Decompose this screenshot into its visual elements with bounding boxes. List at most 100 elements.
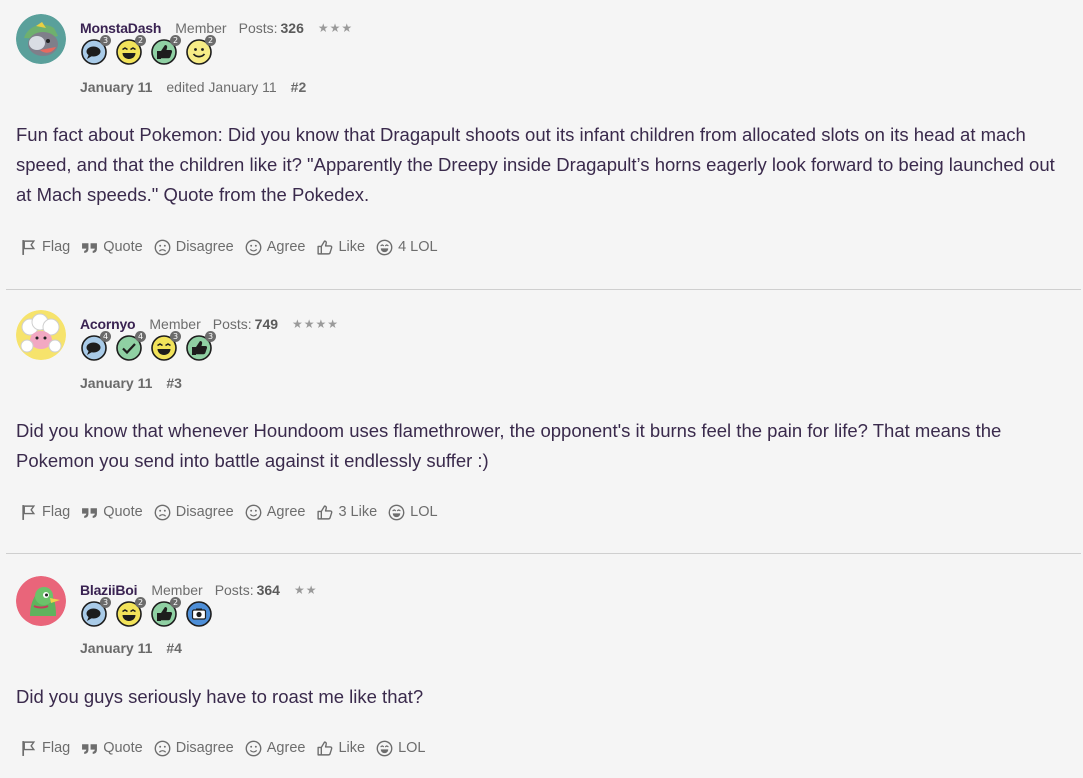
posts-count: 749 [254,316,279,332]
disagree-button[interactable]: Disagree [154,504,234,521]
disagree-icon [154,740,171,757]
flag-button[interactable]: Flag [20,239,70,256]
like-badge-icon[interactable]: 2 [150,35,181,66]
quote-icon [81,504,98,521]
post-body: Did you guys seriously have to roast me … [16,686,424,707]
like-badge-icon[interactable]: 3 [185,331,216,362]
avatar[interactable] [16,310,66,360]
agree-button[interactable]: Agree [245,239,305,256]
posts-label: Posts: [212,316,252,332]
post-dateline: January 11 #4 [80,638,182,658]
post-dateline: January 11 edited January 11 #2 [80,77,306,97]
disagree-button[interactable]: Disagree [154,239,234,256]
badge-level: 3 [100,35,111,46]
avatar[interactable] [16,14,66,64]
disagree-button[interactable]: Disagree [154,740,234,757]
comment-badge-icon[interactable]: 3 [80,35,111,66]
agree-button[interactable]: Agree [245,504,306,521]
post-divider [6,289,1081,290]
lol-badge-icon[interactable]: 2 [115,35,146,66]
flag-label: Flag [42,239,71,255]
user-meta: BlaziiBoi Member Posts: 364 ★★ [80,580,317,600]
badge-level: 4 [135,331,146,342]
rank-stars: ★★★★ [292,317,340,331]
lol-count: 4 [398,239,407,255]
like-button[interactable]: Like [316,740,365,757]
posts-label: Posts: [238,20,278,36]
disagree-label: Disagree [175,504,234,520]
like-icon [316,740,333,757]
lol-button[interactable]: 4 LOL [376,239,438,256]
lol-badge-icon[interactable]: 3 [150,331,181,362]
badge-level: 2 [170,597,181,608]
rank-stars: ★★ [293,583,318,597]
lol-icon [376,740,393,757]
agree-badge-icon[interactable]: 2 [185,35,216,66]
post-date[interactable]: January 11 [80,640,152,656]
checkmark-badge-icon[interactable]: 4 [115,331,146,362]
like-icon [316,239,333,256]
posts-count: 364 [256,582,280,598]
agree-icon [245,239,262,256]
user-role: Member [151,582,203,598]
avatar[interactable] [16,576,66,626]
badge-level: 3 [100,597,111,608]
badge-level: 2 [135,35,146,46]
like-icon [316,504,333,521]
post-date[interactable]: January 11 [80,79,152,95]
badge-level: 3 [205,331,216,342]
lol-button[interactable]: LOL [376,740,425,757]
lol-label: LOL [398,740,426,756]
like-count: 3 [338,504,347,520]
edited-label[interactable]: edited January 11 [166,79,276,95]
quote-label: Quote [103,740,143,756]
like-badge-icon[interactable]: 2 [150,597,181,628]
like-label: Like [338,239,366,255]
quote-icon [81,740,98,757]
post-permalink[interactable]: #2 [291,79,307,95]
comment-badge-icon[interactable]: 4 [80,331,111,362]
post-permalink[interactable]: #3 [166,375,182,391]
disagree-icon [154,504,171,521]
badge-level: 2 [205,35,216,46]
disagree-label: Disagree [175,740,234,756]
username[interactable]: MonstaDash [80,20,161,36]
comment-badge-icon[interactable]: 3 [80,597,111,628]
agree-button[interactable]: Agree [245,740,305,757]
badge-level: 2 [135,597,146,608]
post-dateline: January 11 #3 [80,373,182,393]
username[interactable]: BlaziiBoi [80,582,138,598]
disagree-label: Disagree [175,239,234,255]
quote-icon [81,239,98,256]
flag-icon [20,504,37,521]
quote-button[interactable]: Quote [81,740,143,757]
agree-label: Agree [266,504,306,520]
lol-badge-icon[interactable]: 2 [115,597,146,628]
lol-icon [376,239,393,256]
lol-button[interactable]: LOL [388,504,438,521]
posts-label: Posts: [214,582,254,598]
post-body: Did you know that whenever Houndoom uses… [16,420,1002,471]
flag-icon [20,239,37,256]
rank-stars: ★★★ [317,21,354,35]
posts-count: 326 [280,20,304,36]
like-button[interactable]: 3 Like [316,504,377,521]
like-button[interactable]: Like [316,239,365,256]
post-permalink[interactable]: #4 [166,640,182,656]
user-meta: MonstaDash Member Posts: 326 ★★★ [80,18,353,38]
badge-level: 4 [100,331,111,342]
post-date[interactable]: January 11 [80,375,152,391]
flag-label: Flag [42,740,71,756]
like-label: Like [338,740,366,756]
lol-label: LOL [410,504,438,520]
flag-button[interactable]: Flag [20,504,70,521]
badge-list: 4 4 3 3 [80,331,220,364]
quote-button[interactable]: Quote [81,239,143,256]
agree-icon [245,740,262,757]
badge-list: 3 2 2 [80,597,220,630]
flag-button[interactable]: Flag [20,740,70,757]
camera-badge-icon[interactable] [185,600,213,628]
lol-label: LOL [410,239,438,255]
quote-button[interactable]: Quote [81,504,143,521]
username[interactable]: Acornyo [80,316,136,332]
